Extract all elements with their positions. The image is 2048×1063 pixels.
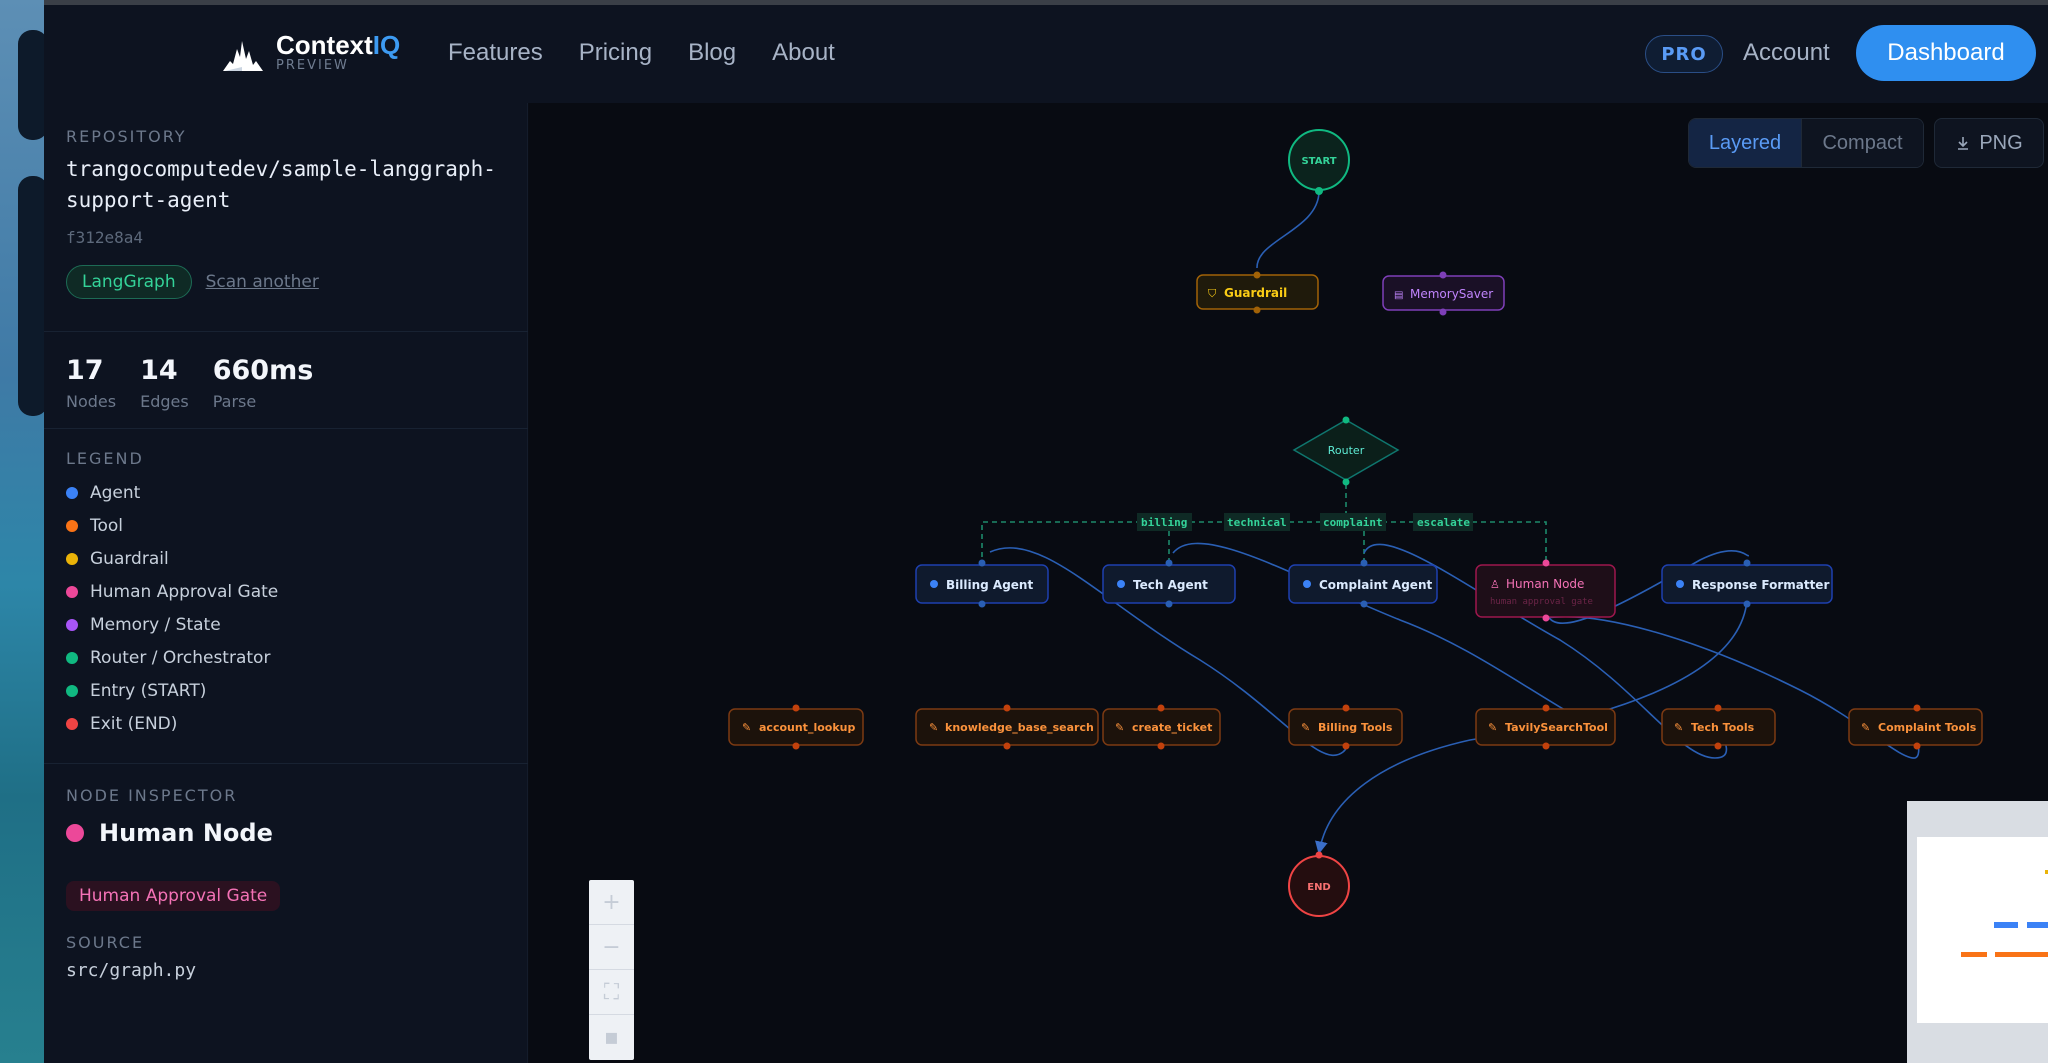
zoom-controls: + − ⛶ ▪ [589, 880, 634, 1060]
commit-hash: f312e8a4 [66, 228, 144, 247]
minimap-node [1994, 922, 2018, 928]
plus-icon: + [602, 889, 621, 915]
minimap-viewport [1917, 837, 2048, 1023]
legend-label: Guardrail [90, 548, 169, 569]
divider [44, 428, 528, 429]
brand-preview-label: PREVIEW [276, 58, 349, 73]
minimap[interactable] [1907, 801, 2048, 1063]
export-png-label: PNG [1979, 131, 2023, 154]
compact-button[interactable]: Compact [1801, 119, 1923, 167]
layered-button[interactable]: Layered [1689, 119, 1801, 167]
stat-value: 14 [140, 355, 178, 386]
lock-icon: ▪ [604, 1025, 619, 1050]
legend-label: Tool [90, 515, 124, 536]
inspector-node-type: Human Approval Gate [66, 881, 281, 911]
minimap-node [2027, 922, 2048, 928]
framework-tag: LangGraph [66, 265, 192, 299]
brand-name: ContextIQ [276, 30, 401, 60]
pro-badge: PRO [1645, 35, 1723, 73]
node-color-dot [66, 824, 84, 842]
legend-list: Agent Tool Guardrail Human Approval Gate Mem… [66, 476, 507, 740]
legend-dot-icon [66, 552, 78, 565]
legend-dot-icon [66, 618, 78, 631]
account-link[interactable]: Account [1743, 39, 1830, 67]
legend-item: Entry (START) [66, 674, 507, 707]
brand-logo[interactable]: ContextIQ PREVIEW [222, 31, 400, 73]
layout-toggle: Layered Compact [1688, 118, 1924, 168]
legend-label: Memory / State [90, 614, 221, 635]
legend-label: Exit (END) [90, 713, 178, 734]
legend-dot-icon [66, 684, 78, 697]
node-inspector: NODE INSPECTOR Human Node Human Approval… [66, 786, 507, 981]
legend-label: Agent [90, 482, 141, 503]
source-path: src/graph.py [66, 960, 197, 981]
repository-name-line: trangocomputedev/sample-langgraph- [66, 157, 496, 181]
nav-link-features[interactable]: Features [448, 39, 543, 67]
fit-view-button[interactable]: ⛶ [589, 970, 634, 1015]
nav-links: Features Pricing Blog About [448, 39, 835, 67]
inspector-caption: NODE INSPECTOR [66, 786, 238, 805]
stat-nodes: 17 Nodes [66, 355, 116, 411]
mountain-logo-icon [223, 41, 263, 71]
graph-canvas[interactable] [529, 103, 2048, 1063]
minus-icon: − [602, 934, 621, 960]
lock-button[interactable]: ▪ [589, 1015, 634, 1060]
repository-caption: REPOSITORY [66, 127, 187, 146]
divider [44, 763, 528, 764]
stat-label: Nodes [66, 392, 117, 411]
legend-dot-icon [66, 486, 78, 499]
framework-row: LangGraph Scan another [66, 265, 507, 299]
legend-label: Human Approval Gate [90, 581, 279, 602]
legend-item: Memory / State [66, 608, 507, 641]
divider [44, 331, 528, 332]
legend-item: Guardrail [66, 542, 507, 575]
download-icon [1958, 137, 1969, 150]
minimap-node [1995, 952, 2048, 957]
legend-item: Human Approval Gate [66, 575, 507, 608]
stat-edges: 14 Edges [140, 355, 189, 411]
legend-label: Router / Orchestrator [90, 647, 271, 668]
legend-section: LEGEND Agent Tool Guardrail Human Approval … [66, 449, 507, 740]
legend-dot-icon [66, 717, 78, 730]
scan-another-link[interactable]: Scan another [206, 272, 319, 292]
fit-view-icon: ⛶ [603, 979, 620, 1005]
repository-name: trangocomputedev/sample-langgraph- suppo… [66, 154, 507, 216]
inspector-node-name: Human Node [99, 819, 273, 847]
legend-dot-icon [66, 519, 78, 532]
legend-item: Tool [66, 509, 507, 542]
stat-label: Parse [212, 392, 257, 411]
stats-section: 17 Nodes 14 Edges 660ms Parse [66, 355, 507, 411]
legend-dot-icon [66, 651, 78, 664]
legend-caption: LEGEND [66, 449, 144, 468]
source-caption: SOURCE [66, 933, 145, 952]
legend-dot-icon [66, 585, 78, 598]
desktop-background [0, 0, 48, 1063]
nav-link-pricing[interactable]: Pricing [579, 39, 652, 67]
stat-value: 660ms [212, 355, 314, 386]
nav-link-blog[interactable]: Blog [688, 39, 736, 67]
minimap-node [1961, 952, 1987, 957]
repository-section: REPOSITORY trangocomputedev/sample-langg… [66, 127, 507, 299]
export-png-button[interactable]: PNG [1934, 118, 2044, 168]
top-nav: ContextIQ PREVIEW Features Pricing Blog … [44, 5, 2048, 103]
inspector-title: Human Node [66, 819, 507, 847]
nav-link-about[interactable]: About [772, 39, 835, 67]
repository-name-line: support-agent [66, 188, 231, 212]
legend-item: Exit (END) [66, 707, 507, 740]
stat-value: 17 [66, 355, 104, 386]
sidebar: REPOSITORY trangocomputedev/sample-langg… [44, 103, 528, 1063]
legend-item: Agent [66, 476, 507, 509]
zoom-out-button[interactable]: − [589, 925, 634, 970]
zoom-in-button[interactable]: + [589, 880, 634, 925]
legend-item: Router / Orchestrator [66, 641, 507, 674]
stat-label: Edges [140, 392, 189, 411]
dashboard-button[interactable]: Dashboard [1856, 25, 2036, 81]
stat-parse: 660ms Parse [213, 355, 314, 411]
legend-label: Entry (START) [90, 680, 207, 701]
